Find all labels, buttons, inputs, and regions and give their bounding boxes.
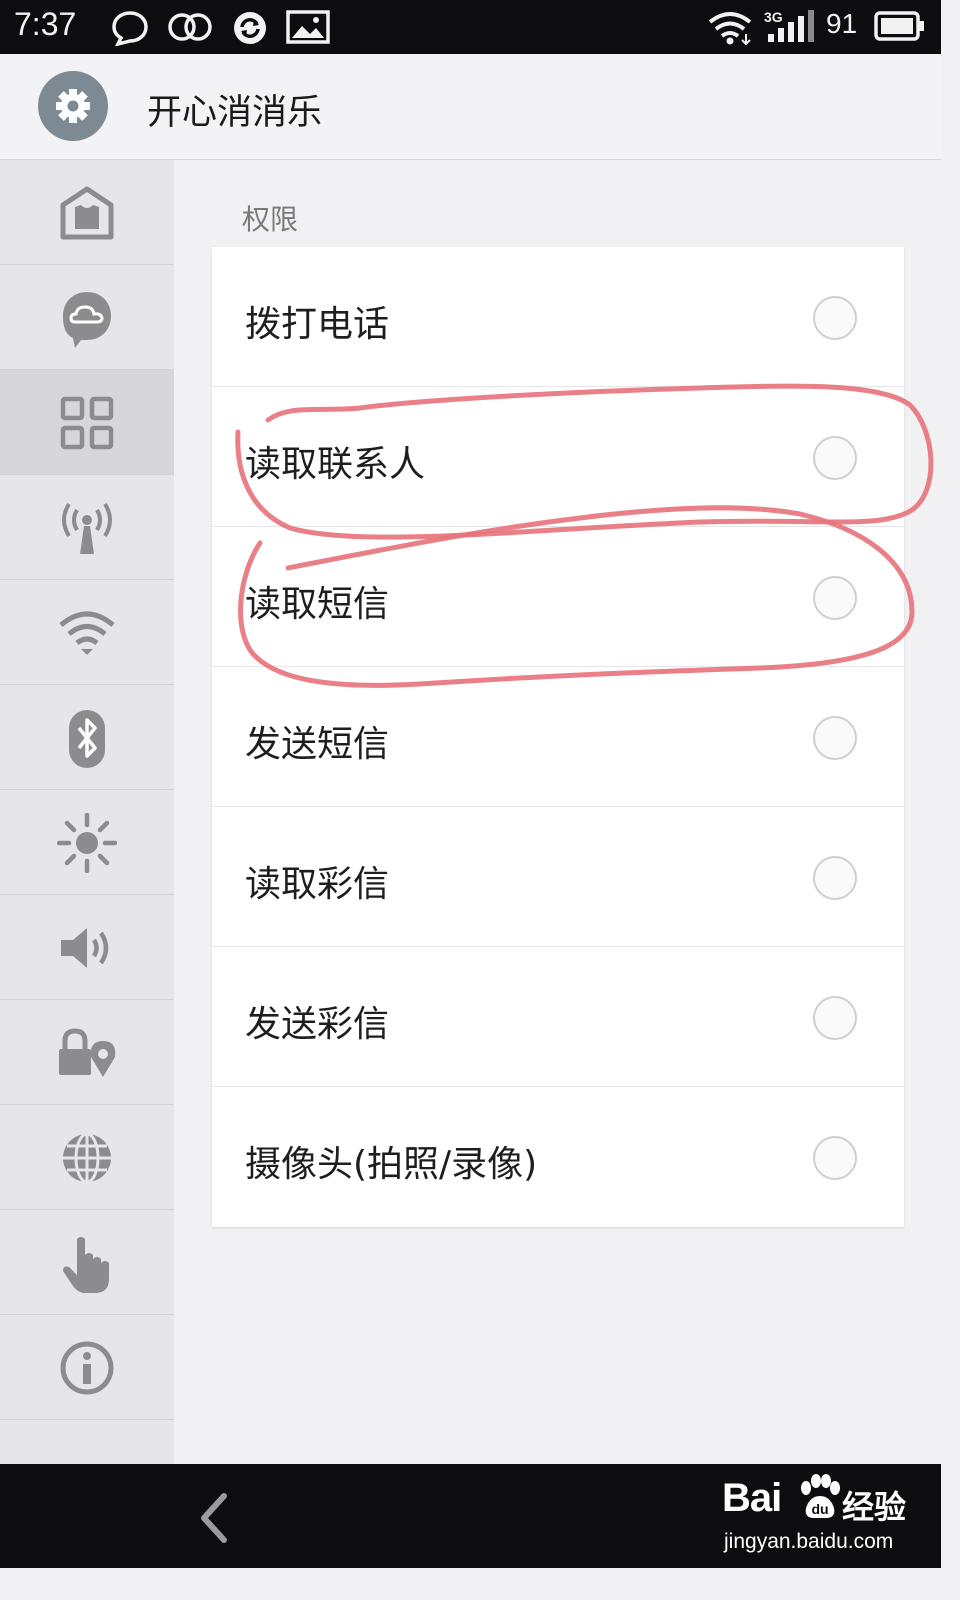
sidebar	[0, 160, 174, 1464]
sidebar-item-privacy[interactable]	[0, 1000, 174, 1105]
chat-bubble-icon	[112, 11, 148, 46]
watermark-url: jingyan.baidu.com	[724, 1530, 894, 1553]
app-header: 开心消消乐	[0, 54, 941, 160]
page-title: 开心消消乐	[147, 93, 323, 133]
chevron-left-icon[interactable]	[196, 1492, 232, 1544]
permission-radio[interactable]	[813, 716, 857, 760]
sidebar-item-about[interactable]	[0, 1315, 174, 1420]
paw-icon: du	[801, 1474, 840, 1518]
permission-label: 读取短信	[245, 584, 390, 625]
bluetooth-icon	[69, 710, 105, 768]
circles-icon	[168, 13, 212, 41]
permission-row-send-mms[interactable]: 发送彩信	[212, 947, 904, 1087]
wifi-icon	[708, 12, 752, 46]
wifi-icon	[59, 611, 115, 655]
grid-icon	[60, 396, 114, 450]
globe-icon	[63, 1132, 111, 1184]
hand-pointer-icon	[63, 1237, 109, 1293]
permission-radio[interactable]	[813, 296, 857, 340]
sidebar-item-antenna[interactable]	[0, 475, 174, 580]
sidebar-item-volume[interactable]	[0, 895, 174, 1000]
permission-list: 拨打电话 读取联系人 读取短信 发送短信 读取彩信 发送彩信 摄像头(拍照/录像…	[212, 247, 904, 1227]
permission-radio[interactable]	[813, 576, 857, 620]
section-title: 权限	[242, 203, 299, 236]
sidebar-item-wifi[interactable]	[0, 580, 174, 685]
permission-radio[interactable]	[813, 436, 857, 480]
sidebar-item-apps[interactable]	[0, 370, 174, 475]
svg-text:du: du	[811, 1501, 828, 1517]
brightness-icon	[57, 813, 117, 873]
watermark-brand: Bai	[722, 1476, 782, 1520]
sidebar-item-home[interactable]	[0, 160, 174, 265]
gear-icon[interactable]	[38, 71, 108, 141]
watermark-suffix: 经验	[842, 1488, 907, 1526]
permission-row-call[interactable]: 拨打电话	[212, 247, 904, 387]
battery-icon	[874, 11, 924, 41]
battery-level: 91	[826, 8, 858, 39]
sidebar-item-gesture[interactable]	[0, 1210, 174, 1315]
home-shirt-icon	[60, 186, 114, 240]
permission-row-camera[interactable]: 摄像头(拍照/录像)	[212, 1087, 904, 1227]
sync-icon	[234, 12, 266, 44]
status-bar: 7:37 3G 91	[0, 0, 941, 54]
permission-label: 拨打电话	[245, 304, 390, 345]
permission-row-send-sms[interactable]: 发送短信	[212, 667, 904, 807]
permission-row-read-sms[interactable]: 读取短信	[212, 527, 904, 667]
sidebar-item-cloud[interactable]	[0, 265, 174, 370]
permission-row-read-mms[interactable]: 读取彩信	[212, 807, 904, 947]
sidebar-item-bluetooth[interactable]	[0, 685, 174, 790]
permission-radio[interactable]	[813, 1136, 857, 1180]
sidebar-item-brightness[interactable]	[0, 790, 174, 895]
sidebar-item-network[interactable]	[0, 1105, 174, 1210]
antenna-icon	[62, 502, 112, 554]
permission-radio[interactable]	[813, 996, 857, 1040]
lock-location-icon	[59, 1028, 116, 1077]
signal-icon	[768, 10, 814, 42]
permission-label: 摄像头(拍照/录像)	[245, 1144, 538, 1185]
permission-label: 发送短信	[245, 724, 390, 765]
status-time: 7:37	[14, 6, 77, 42]
permission-radio[interactable]	[813, 856, 857, 900]
permission-label: 读取彩信	[245, 864, 390, 905]
image-icon	[286, 10, 330, 44]
info-icon	[60, 1341, 114, 1395]
volume-icon	[61, 928, 109, 968]
baidu-jingyan-watermark: Bai du 经验 jingyan.baidu.com	[722, 1472, 932, 1562]
cloud-chat-icon	[63, 292, 111, 348]
permission-label: 读取联系人	[245, 444, 426, 485]
permission-label: 发送彩信	[245, 1004, 390, 1045]
permission-row-contacts[interactable]: 读取联系人	[212, 387, 904, 527]
